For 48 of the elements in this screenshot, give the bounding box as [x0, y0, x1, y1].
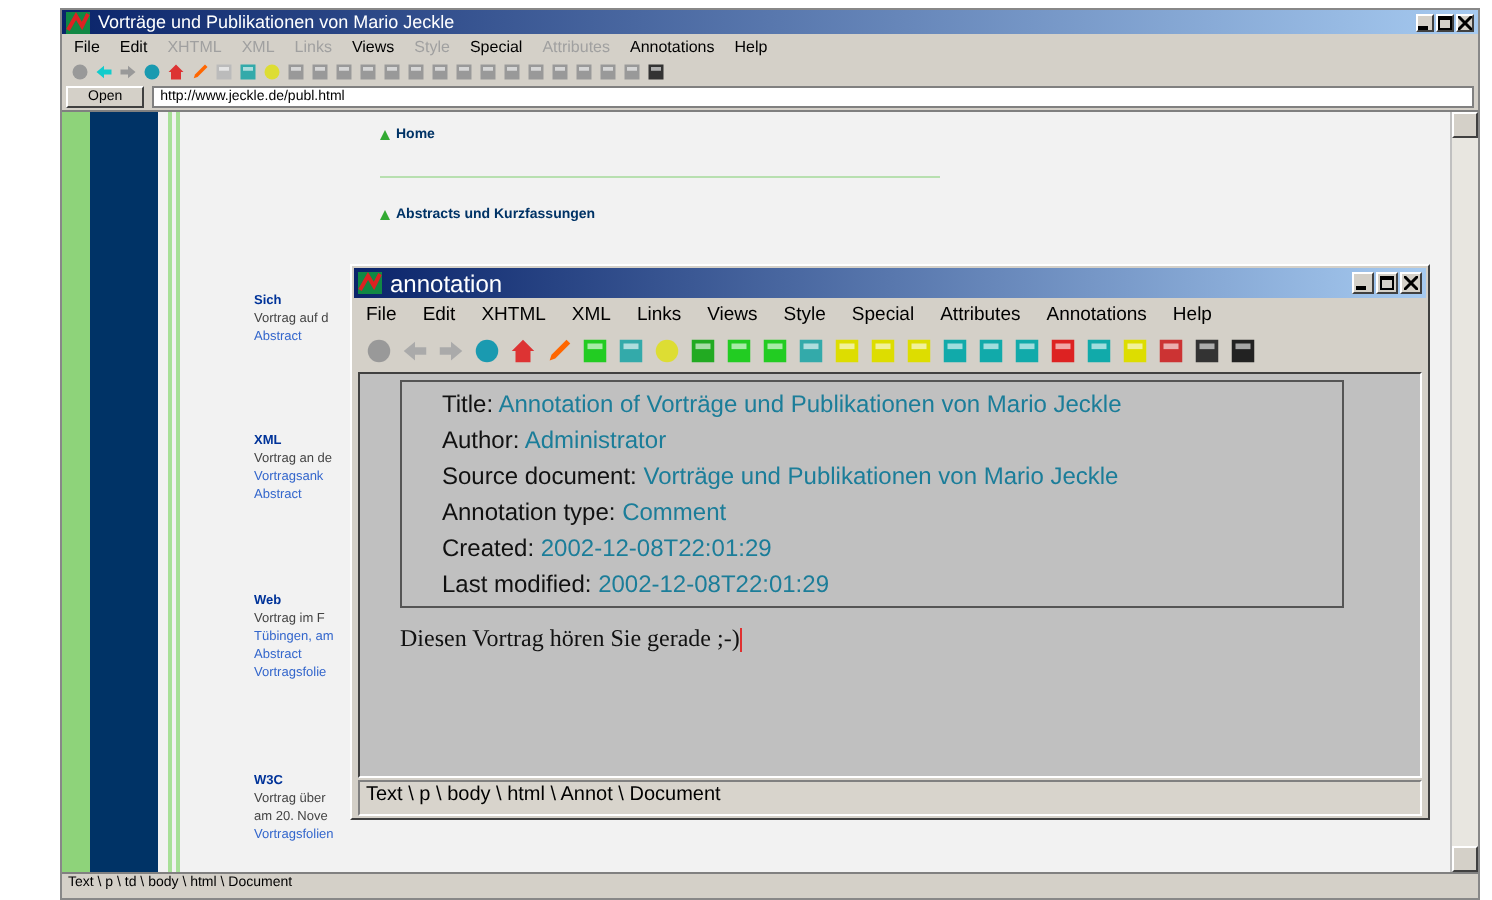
- home-icon[interactable]: [166, 62, 186, 82]
- menu-item[interactable]: Views: [707, 303, 758, 325]
- scrollbar[interactable]: [1450, 112, 1478, 872]
- menu-item[interactable]: XML: [571, 303, 611, 325]
- status-text: Text \ p \ body \ html \ Annot \ Document: [366, 784, 721, 806]
- menu-item[interactable]: Links: [636, 303, 682, 325]
- menu-item[interactable]: Annotations: [630, 38, 715, 56]
- metadata-row-text: Author: Administrator: [442, 424, 669, 456]
- maximize-icon: [1380, 276, 1394, 290]
- window-title: annotation: [390, 269, 505, 297]
- menu-item[interactable]: Views: [351, 38, 395, 56]
- menu-item[interactable]: File: [74, 38, 100, 56]
- minimize-button[interactable]: [1352, 272, 1374, 294]
- menu-item[interactable]: Help: [734, 38, 768, 56]
- triangle-icon: [380, 130, 390, 140]
- maximize-icon: [1438, 15, 1452, 29]
- app-icon: [66, 11, 90, 33]
- menu-item[interactable]: Attributes: [940, 303, 1021, 325]
- metadata-row-text: Last modified: 2002-12-08T22:01:29: [442, 568, 831, 600]
- menu-item[interactable]: Special: [469, 38, 523, 56]
- window-title: Vorträge und Publikationen von Mario Jeckle: [98, 12, 457, 32]
- menu-item[interactable]: Style: [783, 303, 826, 325]
- arrow-right-icon[interactable]: [118, 62, 138, 82]
- triangle-icon: [380, 210, 390, 220]
- comment-text[interactable]: Diesen Vortrag hören Sie gerade ;-): [400, 624, 1380, 654]
- close-icon: [1404, 276, 1418, 290]
- metadata-row-text: Created: 2002-12-08T22:01:29: [442, 532, 774, 564]
- menu-item[interactable]: XHTML: [481, 303, 546, 325]
- metadata-row-text: Title: Annotation of Vorträge und Publikationen von Mario Jeckle: [442, 388, 1124, 420]
- menu-item[interactable]: Annotations: [1046, 303, 1147, 325]
- metadata-row-text: Annotation type: Comment: [442, 496, 729, 528]
- menu-item[interactable]: Edit: [119, 38, 148, 56]
- circle-icon[interactable]: [70, 62, 90, 82]
- maximize-button[interactable]: [1436, 13, 1454, 31]
- close-icon: [1458, 15, 1472, 29]
- pencil-icon[interactable]: [544, 335, 574, 365]
- app-icon: [358, 272, 382, 294]
- circle-icon[interactable]: [364, 335, 394, 365]
- home-icon[interactable]: [508, 335, 538, 365]
- pencil-icon[interactable]: [190, 62, 210, 82]
- menu-item[interactable]: Edit: [422, 303, 456, 325]
- menu-item[interactable]: File: [366, 303, 397, 325]
- close-button[interactable]: [1456, 13, 1474, 31]
- menu-item[interactable]: Special: [851, 303, 915, 325]
- menu-item[interactable]: Help: [1172, 303, 1212, 325]
- metadata-row-text: Source document: Vorträge und Publikationen von Mario Jeckle: [442, 460, 1121, 492]
- arrow-left-icon[interactable]: [94, 62, 114, 82]
- minimize-button[interactable]: [1416, 13, 1434, 31]
